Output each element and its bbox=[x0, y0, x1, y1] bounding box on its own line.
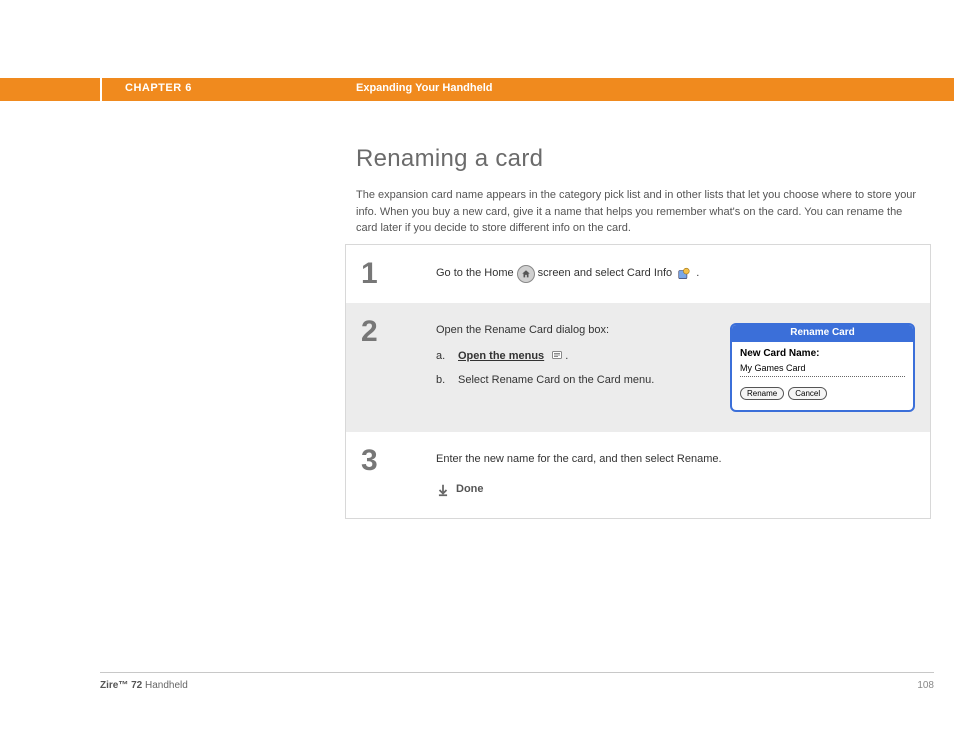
step-number: 3 bbox=[361, 446, 436, 476]
page-title: Renaming a card bbox=[356, 145, 921, 173]
rename-card-dialog: Rename Card New Card Name: My Games Card… bbox=[730, 323, 915, 412]
step1-text-mid: screen and select Card Info bbox=[538, 266, 673, 282]
menu-icon bbox=[549, 349, 565, 363]
step-text: Go to the Home screen and select Card In… bbox=[436, 265, 915, 283]
chapter-header-bar: CHAPTER 6 Expanding Your Handheld bbox=[0, 78, 954, 101]
sub-b-text: Select Rename Card on the Card menu. bbox=[458, 373, 654, 389]
card-info-icon bbox=[675, 266, 693, 282]
step2-sublist: a. Open the menus bbox=[436, 349, 710, 389]
dialog-titlebar: Rename Card bbox=[732, 325, 913, 342]
step-body: Open the Rename Card dialog box: a. Open… bbox=[436, 303, 930, 432]
step-body: Go to the Home screen and select Card In… bbox=[436, 245, 930, 303]
dialog-field-label: New Card Name: bbox=[740, 347, 905, 362]
step-number-col: 3 bbox=[346, 432, 436, 490]
open-menus-link[interactable]: Open the menus bbox=[458, 350, 544, 362]
step-3: 3 Enter the new name for the card, and t… bbox=[346, 432, 930, 518]
sub-letter-b: b. bbox=[436, 373, 448, 389]
device-rest: Handheld bbox=[142, 680, 188, 691]
intro-paragraph: The expansion card name appears in the c… bbox=[356, 187, 921, 237]
step-text: Enter the new name for the card, and the… bbox=[436, 452, 915, 498]
page-footer: Zire™ 72 Handheld 108 bbox=[100, 672, 934, 691]
dialog-input-value: My Games Card bbox=[740, 362, 905, 377]
step-2: 2 Open the Rename Card dialog box: a. Op… bbox=[346, 303, 930, 432]
dialog-buttons: Rename Cancel bbox=[740, 387, 905, 400]
sub-letter-a: a. bbox=[436, 349, 448, 365]
step-number-col: 1 bbox=[346, 245, 436, 303]
step-1: 1 Go to the Home screen and select Card … bbox=[346, 245, 930, 303]
dialog-body: New Card Name: My Games Card Rename Canc… bbox=[732, 342, 913, 411]
header-accent-right bbox=[102, 78, 954, 101]
done-label: Done bbox=[456, 482, 484, 498]
device-name: Zire™ 72 Handheld bbox=[100, 680, 188, 691]
header-accent-left bbox=[0, 78, 100, 101]
done-row: Done bbox=[436, 482, 915, 498]
home-icon bbox=[517, 265, 535, 283]
step-text: Open the Rename Card dialog box: a. Open… bbox=[436, 323, 710, 412]
step2-sub-b: b. Select Rename Card on the Card menu. bbox=[436, 373, 710, 389]
step3-text: Enter the new name for the card, and the… bbox=[436, 452, 915, 468]
page-number: 108 bbox=[917, 680, 934, 691]
step2-lead: Open the Rename Card dialog box: bbox=[436, 323, 710, 339]
rename-button: Rename bbox=[740, 387, 784, 400]
device-bold: Zire™ 72 bbox=[100, 680, 142, 691]
sub-a-after: . bbox=[565, 350, 568, 362]
steps-container: 1 Go to the Home screen and select Card … bbox=[345, 244, 931, 519]
step-number: 1 bbox=[361, 259, 436, 289]
step-number-col: 2 bbox=[346, 303, 436, 361]
section-label: Expanding Your Handheld bbox=[356, 82, 493, 94]
done-arrow-icon bbox=[436, 483, 450, 497]
chapter-label: CHAPTER 6 bbox=[125, 82, 192, 94]
step1-text-before: Go to the Home bbox=[436, 266, 514, 282]
document-page: CHAPTER 6 Expanding Your Handheld Renami… bbox=[0, 0, 954, 738]
step-body: Enter the new name for the card, and the… bbox=[436, 432, 930, 518]
main-content: Renaming a card The expansion card name … bbox=[356, 145, 921, 237]
sub-a-content: Open the menus . bbox=[458, 349, 568, 365]
step-number: 2 bbox=[361, 317, 436, 347]
step1-text-after: . bbox=[696, 266, 699, 282]
cancel-button: Cancel bbox=[788, 387, 827, 400]
step2-sub-a: a. Open the menus bbox=[436, 349, 710, 365]
